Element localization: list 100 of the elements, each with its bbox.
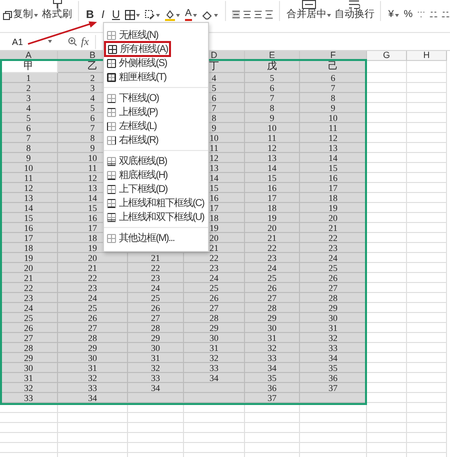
table-cell: 27 xyxy=(0,333,58,343)
merge-center-button[interactable]: 合并居中 xyxy=(286,0,332,21)
table-cell: 13 xyxy=(300,143,367,153)
table-cell: 己 xyxy=(300,61,367,73)
table-cell: 27 xyxy=(300,283,367,293)
table-cell: 21 xyxy=(0,273,58,283)
table-cell: 16 xyxy=(245,183,300,193)
table-cell: 25 xyxy=(300,263,367,273)
table-cell: 27 xyxy=(184,303,245,313)
table-cell: 34 xyxy=(300,353,367,363)
table-cell: 10 xyxy=(300,113,367,123)
table-cell: 28 xyxy=(245,303,300,313)
table-cell: 9 xyxy=(0,153,58,163)
column-header[interactable]: G xyxy=(367,51,407,61)
table-cell: 23 xyxy=(184,263,245,273)
table-cell: 28 xyxy=(128,323,184,333)
table-cell: 6 xyxy=(300,73,367,83)
table-cell: 30 xyxy=(245,323,300,333)
table-cell: 37 xyxy=(300,383,367,393)
table-cell: 29 xyxy=(184,323,245,333)
column-header[interactable]: H xyxy=(407,51,447,61)
table-cell: 20 xyxy=(300,213,367,223)
table-cell: 18 xyxy=(245,203,300,213)
table-cell: 37 xyxy=(245,393,300,403)
table-cell: 28 xyxy=(0,343,58,353)
table-cell: 26 xyxy=(300,273,367,283)
table-cell: 30 xyxy=(0,363,58,373)
table-cell: 21 xyxy=(245,233,300,243)
table-cell: 24 xyxy=(0,303,58,313)
table-cell: 21 xyxy=(128,253,184,263)
table-cell: 18 xyxy=(0,243,58,253)
table-cell: 15 xyxy=(0,213,58,223)
table-cell: 8 xyxy=(0,143,58,153)
menu-item[interactable]: 无框线(N) xyxy=(104,28,208,42)
table-cell: 20 xyxy=(58,253,128,263)
table-cell: 19 xyxy=(245,213,300,223)
table-cell: 甲 xyxy=(0,61,58,73)
table-cell: 16 xyxy=(300,173,367,183)
table-cell: 7 xyxy=(0,133,58,143)
format-painter-button[interactable]: 格式刷 xyxy=(42,0,72,21)
table-cell: 34 xyxy=(184,373,245,383)
table-cell: 22 xyxy=(300,233,367,243)
table-cell: 26 xyxy=(0,323,58,333)
table-cell: 31 xyxy=(0,373,58,383)
table-cell: 19 xyxy=(0,253,58,263)
table-cell: 31 xyxy=(128,353,184,363)
table-cell: 17 xyxy=(300,183,367,193)
table-cell: 10 xyxy=(0,163,58,173)
table-cell: 6 xyxy=(245,83,300,93)
table-cell: 13 xyxy=(0,193,58,203)
table-cell: 18 xyxy=(300,193,367,203)
table-cell: 34 xyxy=(58,393,128,403)
table-cell: 11 xyxy=(0,173,58,183)
table-cell: 9 xyxy=(245,113,300,123)
function-label[interactable]: fx xyxy=(81,36,89,48)
table-cell: 33 xyxy=(0,393,58,403)
table-cell: 7 xyxy=(245,93,300,103)
table-cell: 33 xyxy=(128,373,184,383)
currency-button[interactable]: ¥ xyxy=(387,9,400,21)
percent-button[interactable]: % xyxy=(402,9,414,21)
table-cell: 35 xyxy=(245,373,300,383)
table-cell: 12 xyxy=(0,183,58,193)
table-cell: 31 xyxy=(58,363,128,373)
table-cell: 30 xyxy=(58,353,128,363)
table-cell: 3 xyxy=(0,93,58,103)
table-cell: 8 xyxy=(245,103,300,113)
table-cell: 29 xyxy=(128,333,184,343)
table-cell: 24 xyxy=(245,263,300,273)
table-cell: 32 xyxy=(300,333,367,343)
wrap-text-button[interactable]: 自动换行 xyxy=(334,0,374,21)
table-cell: 23 xyxy=(300,243,367,253)
table-cell: 30 xyxy=(128,343,184,353)
table-cell: 36 xyxy=(245,383,300,393)
table-cell: 22 xyxy=(58,273,128,283)
table-cell: 34 xyxy=(128,383,184,393)
table-cell: 29 xyxy=(58,343,128,353)
table-cell: 33 xyxy=(245,353,300,363)
table-cell: 4 xyxy=(0,103,58,113)
text-style-button[interactable]: B xyxy=(84,9,95,21)
table-cell: 25 xyxy=(128,293,184,303)
table-cell: 23 xyxy=(58,283,128,293)
table-cell: 31 xyxy=(300,323,367,333)
table-cell: 11 xyxy=(300,123,367,133)
copy-button[interactable]: 复制 xyxy=(2,9,39,21)
table-cell: 8 xyxy=(300,93,367,103)
table-cell: 20 xyxy=(245,223,300,233)
table-cell: 13 xyxy=(245,153,300,163)
table-cell: 31 xyxy=(245,333,300,343)
table-cell: 24 xyxy=(184,273,245,283)
table-cell: 21 xyxy=(58,263,128,273)
table-cell: 36 xyxy=(300,373,367,383)
text-style-button[interactable]: U xyxy=(110,9,121,21)
table-cell: 27 xyxy=(128,313,184,323)
table-cell: 28 xyxy=(184,313,245,323)
table-cell: 35 xyxy=(300,363,367,373)
table-cell: 33 xyxy=(300,343,367,353)
name-box[interactable]: A1 xyxy=(0,34,56,48)
table-cell: 22 xyxy=(245,243,300,253)
text-style-button[interactable]: I xyxy=(98,9,108,21)
table-cell: 25 xyxy=(0,313,58,323)
